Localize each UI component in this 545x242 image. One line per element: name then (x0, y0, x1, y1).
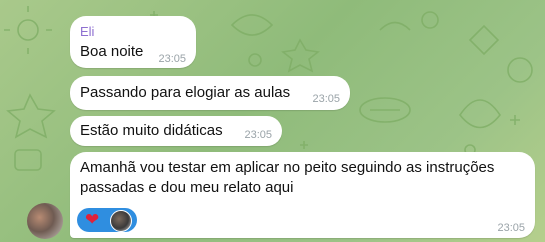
message-time: 23:05 (158, 53, 186, 65)
message-time: 23:05 (497, 222, 525, 234)
message-text: Passando para elogiar as aulas (80, 84, 291, 101)
reactor-avatar (110, 210, 132, 232)
message-text-line-2: passadas e dou meu relato aqui (80, 179, 294, 196)
sender-name[interactable]: Eli (80, 24, 94, 39)
message-time: 23:05 (244, 129, 272, 141)
message-text: Estão muito didáticas (80, 122, 223, 139)
sender-avatar[interactable] (27, 203, 63, 239)
message-text: Boa noite (80, 43, 144, 60)
message-bubble[interactable]: Eli Boa noite 23:05 (70, 16, 196, 68)
message-bubble[interactable]: Estão muito didáticas 23:05 (70, 116, 282, 146)
reaction-pill[interactable]: ❤ (77, 208, 137, 232)
message-bubble[interactable]: Amanhã vou testar em aplicar no peito se… (70, 152, 535, 238)
heart-reaction-icon: ❤ (85, 210, 100, 229)
message-bubble[interactable]: Passando para elogiar as aulas 23:05 (70, 76, 350, 110)
message-time: 23:05 (312, 93, 340, 105)
message-text-line-1: Amanhã vou testar em aplicar no peito se… (80, 159, 495, 176)
